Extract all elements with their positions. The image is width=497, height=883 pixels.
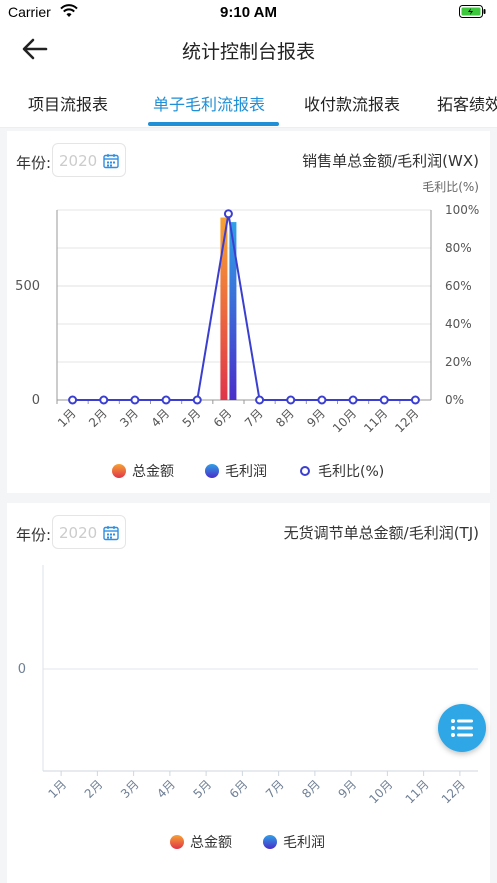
ratio-point [286, 395, 296, 405]
x-tick-label: 6月 [211, 406, 235, 430]
clock: 9:10 AM [220, 4, 277, 21]
tab-bar: 项目流报表 单子毛利流报表 收付款流报表 拓客绩效 [0, 74, 497, 128]
x-tick-label: 2月 [82, 777, 106, 801]
y2-tick-label: 60% [445, 279, 472, 293]
x-tick-label: 11月 [361, 406, 390, 435]
status-bar: Carrier 9:10 AM [0, 0, 497, 24]
y-tick-label: 500 [15, 279, 40, 294]
chart-legend: 总金额 毛利润 毛利比(%) [7, 461, 490, 481]
ratio-point [99, 395, 109, 405]
chart-legend: 总金额 毛利润 [7, 832, 490, 852]
x-tick-label: 10月 [366, 777, 395, 806]
x-tick-label: 8月 [273, 406, 297, 430]
y2-tick-label: 40% [445, 317, 472, 331]
y2-tick-label: 100% [445, 203, 479, 217]
tab-client-performance[interactable]: 拓客绩效 [437, 91, 497, 115]
x-tick-label: 10月 [330, 406, 359, 435]
ratio-point [255, 395, 265, 405]
ratio-point [223, 209, 233, 219]
y-tick-label: 0 [18, 662, 26, 677]
sales-profit-chart: 0% 20% 40% 60% 80% 100% 0 500 1月 2月 3月 4月 5月 6月 7月 8月 9月… [15, 203, 479, 435]
chart-card-adjustment: 年份: 2020 无货调节单总金额/毛利润(TJ) 0 1月 2月 3月 4月 5月 6月 7… [7, 503, 490, 883]
x-tick-label: 7月 [263, 777, 287, 801]
legend-profit-dot [263, 835, 277, 849]
legend-total-dot [170, 835, 184, 849]
legend-profit-label: 毛利润 [225, 464, 267, 480]
tab-order-profit[interactable]: 单子毛利流报表 [153, 91, 265, 115]
x-tick-label: 8月 [299, 777, 323, 801]
ratio-point [161, 395, 171, 405]
ratio-point [379, 395, 389, 405]
y2-tick-label: 20% [445, 355, 472, 369]
y2-tick-label: 80% [445, 241, 472, 255]
nav-bar: 统计控制台报表 [0, 24, 497, 74]
ratio-point [317, 395, 327, 405]
x-tick-label: 1月 [45, 777, 69, 801]
x-tick-label: 9月 [304, 406, 328, 430]
ratio-point [68, 395, 78, 405]
legend-total-label: 总金额 [190, 835, 232, 851]
ratio-line [72, 213, 416, 401]
x-tick-label: 12月 [439, 777, 468, 806]
active-tab-indicator [148, 122, 279, 126]
tab-project-flow[interactable]: 项目流报表 [28, 91, 108, 115]
x-tick-label: 1月 [55, 406, 79, 430]
chart-card-sales: 年份: 2020 销售单总金额/毛利润(WX) 毛利比(%) 0% 20% 40% 6… [7, 131, 490, 493]
x-tick-label: 11月 [403, 777, 432, 806]
legend-ratio-dot [300, 466, 310, 476]
x-tick-label: 7月 [242, 406, 266, 430]
ratio-point [130, 395, 140, 405]
x-tick-label: 6月 [227, 777, 251, 801]
tab-payments[interactable]: 收付款流报表 [304, 91, 400, 115]
x-tick-label: 12月 [392, 406, 421, 435]
ratio-point [348, 395, 358, 405]
x-tick-label: 2月 [86, 406, 110, 430]
legend-profit-label: 毛利润 [283, 835, 325, 851]
x-tick-label: 9月 [335, 777, 359, 801]
x-tick-label: 5月 [180, 406, 204, 430]
x-tick-label: 4月 [148, 406, 172, 430]
x-tick-label: 3月 [118, 777, 142, 801]
ratio-point [410, 395, 420, 405]
legend-total-label: 总金额 [132, 464, 174, 480]
menu-fab[interactable] [438, 704, 486, 752]
x-tick-label: 4月 [154, 777, 178, 801]
legend-total-dot [112, 464, 126, 478]
y-tick-label: 0 [32, 393, 40, 408]
page-title: 统计控制台报表 [181, 41, 315, 63]
ratio-point [192, 395, 202, 405]
x-tick-label: 3月 [117, 406, 141, 430]
list-menu-icon [451, 719, 473, 737]
x-tick-label: 5月 [190, 777, 214, 801]
legend-profit-dot [205, 464, 219, 478]
bar-profit [229, 222, 237, 400]
adjustment-chart: 0 1月 2月 3月 4月 5月 6月 7月 8月 9月 10月 11月 12月 [18, 565, 478, 806]
battery-icon [459, 5, 486, 18]
legend-ratio-label: 毛利比(%) [318, 464, 385, 480]
y2-tick-label: 0% [445, 393, 464, 407]
